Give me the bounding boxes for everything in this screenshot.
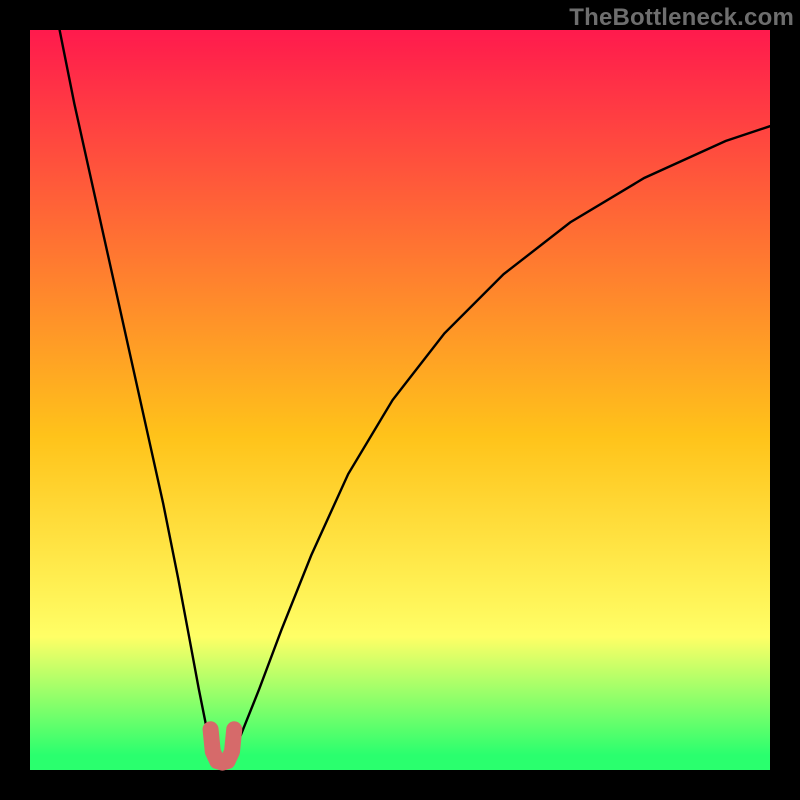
plot-area (30, 30, 770, 770)
chart-frame: TheBottleneck.com (0, 0, 800, 800)
watermark-text: TheBottleneck.com (569, 4, 794, 32)
chart-svg (30, 30, 770, 770)
